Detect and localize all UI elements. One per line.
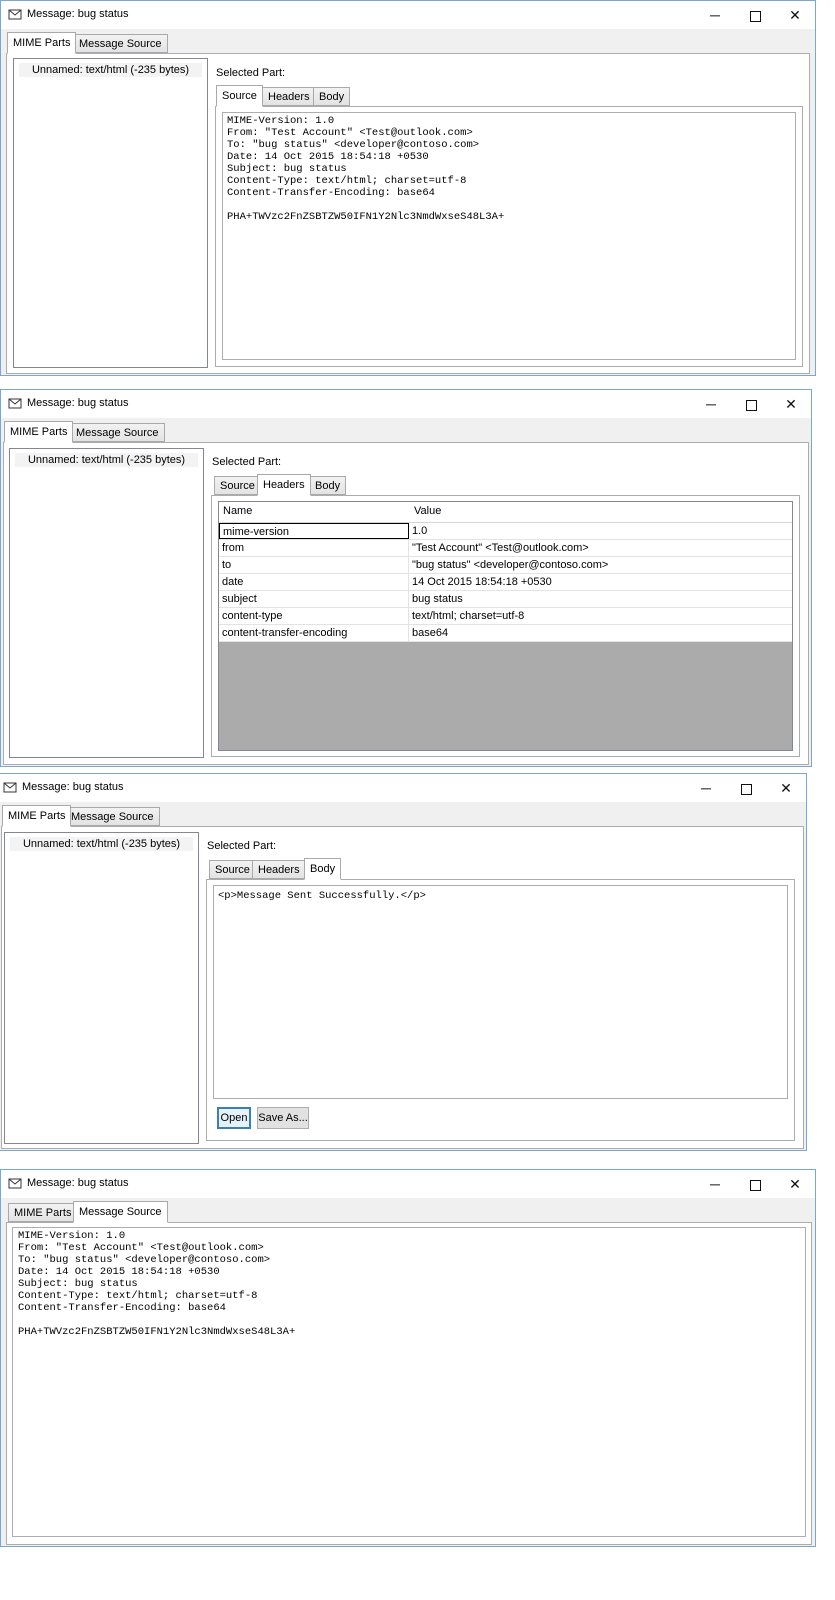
- tab-message-source[interactable]: Message Source: [65, 807, 160, 826]
- title-bar[interactable]: Message: bug status ─ ✕: [0, 774, 806, 802]
- selected-part-label: Selected Part:: [207, 840, 277, 852]
- window-client: MIME Parts Message Source Unnamed: text/…: [1, 29, 815, 375]
- tab-mime-parts[interactable]: MIME Parts: [8, 1203, 78, 1222]
- maximize-button[interactable]: [735, 1, 775, 29]
- tab-source[interactable]: Source: [209, 860, 256, 879]
- tab-body[interactable]: Body: [309, 476, 347, 495]
- table-row[interactable]: mime-version 1.0: [219, 523, 792, 540]
- parts-list[interactable]: Unnamed: text/html (-235 bytes): [13, 58, 208, 368]
- table-row[interactable]: date 14 Oct 2015 18:54:18 +0530: [219, 574, 792, 591]
- close-button[interactable]: ✕: [771, 390, 811, 418]
- selected-part-label: Selected Part:: [212, 456, 282, 468]
- part-headers-panel: Name Value mime-version 1.0 from "Test A…: [211, 495, 800, 757]
- table-row[interactable]: to "bug status" <developer@contoso.com>: [219, 557, 792, 574]
- tab-headers[interactable]: Headers: [252, 860, 306, 879]
- maximize-icon: [749, 1179, 761, 1191]
- source-textbox[interactable]: MIME-Version: 1.0 From: "Test Account" <…: [222, 112, 796, 360]
- cell-name[interactable]: from: [219, 540, 409, 556]
- cell-name[interactable]: content-type: [219, 608, 409, 624]
- close-button[interactable]: ✕: [775, 1170, 815, 1198]
- list-item[interactable]: Unnamed: text/html (-235 bytes): [19, 63, 202, 77]
- mime-parts-panel: Unnamed: text/html (-235 bytes) Selected…: [1, 826, 804, 1149]
- message-window-headers: Message: bug status ─ ✕ MIME Parts Messa…: [0, 389, 812, 767]
- window-client: MIME Parts Message Source Unnamed: text/…: [1, 418, 811, 766]
- cell-name[interactable]: content-transfer-encoding: [219, 625, 409, 641]
- table-row[interactable]: from "Test Account" <Test@outlook.com>: [219, 540, 792, 557]
- save-as-button[interactable]: Save As...: [257, 1107, 309, 1129]
- message-source-panel: MIME-Version: 1.0 From: "Test Account" <…: [6, 1222, 812, 1545]
- tab-message-source[interactable]: Message Source: [73, 34, 168, 53]
- part-source-panel: MIME-Version: 1.0 From: "Test Account" <…: [215, 106, 803, 367]
- tab-headers[interactable]: Headers: [257, 474, 311, 496]
- cell-name[interactable]: date: [219, 574, 409, 590]
- minimize-button[interactable]: ─: [695, 1, 735, 29]
- message-source-textbox[interactable]: MIME-Version: 1.0 From: "Test Account" <…: [12, 1227, 806, 1537]
- tab-mime-parts[interactable]: MIME Parts: [7, 32, 77, 54]
- tab-mime-parts[interactable]: MIME Parts: [2, 805, 72, 827]
- cell-name[interactable]: subject: [219, 591, 409, 607]
- window-title: Message: bug status: [27, 8, 129, 20]
- parts-list[interactable]: Unnamed: text/html (-235 bytes): [9, 448, 204, 758]
- mime-parts-panel: Unnamed: text/html (-235 bytes) Selected…: [6, 53, 810, 374]
- parts-list[interactable]: Unnamed: text/html (-235 bytes): [4, 832, 199, 1144]
- window-title: Message: bug status: [27, 397, 129, 409]
- list-item[interactable]: Unnamed: text/html (-235 bytes): [10, 837, 193, 851]
- table-row[interactable]: content-type text/html; charset=utf-8: [219, 608, 792, 625]
- cell-value[interactable]: base64: [412, 625, 448, 641]
- message-window-source: Message: bug status ─ ✕ MIME Parts Messa…: [0, 0, 816, 376]
- message-window-message-source: Message: bug status ─ ✕ MIME Parts Messa…: [0, 1169, 816, 1547]
- column-header-name[interactable]: Name: [223, 505, 252, 517]
- headers-grid[interactable]: Name Value mime-version 1.0 from "Test A…: [218, 501, 793, 751]
- cell-value[interactable]: bug status: [412, 591, 463, 607]
- tab-source[interactable]: Source: [214, 476, 261, 495]
- maximize-icon: [745, 399, 757, 411]
- maximize-button[interactable]: [731, 390, 771, 418]
- close-button[interactable]: ✕: [766, 774, 806, 802]
- tab-headers[interactable]: Headers: [262, 87, 316, 106]
- cell-name[interactable]: to: [219, 557, 409, 573]
- cell-value[interactable]: "bug status" <developer@contoso.com>: [412, 557, 608, 573]
- grid-header: Name Value: [219, 502, 792, 523]
- title-bar[interactable]: Message: bug status ─ ✕: [1, 1170, 815, 1198]
- body-textbox[interactable]: <p>Message Sent Successfully.</p>: [213, 885, 788, 1099]
- cell-value[interactable]: "Test Account" <Test@outlook.com>: [412, 540, 589, 556]
- open-button[interactable]: Open: [217, 1107, 251, 1129]
- title-bar[interactable]: Message: bug status ─ ✕: [1, 390, 811, 418]
- envelope-icon: [8, 1178, 22, 1189]
- maximize-icon: [749, 10, 761, 22]
- envelope-icon: [8, 9, 22, 20]
- close-button[interactable]: ✕: [775, 1, 815, 29]
- tab-body[interactable]: Body: [304, 858, 342, 880]
- window-client: MIME Parts Message Source MIME-Version: …: [1, 1198, 815, 1546]
- mime-parts-panel: Unnamed: text/html (-235 bytes) Selected…: [3, 442, 809, 765]
- minimize-button[interactable]: ─: [686, 774, 726, 802]
- tab-body[interactable]: Body: [313, 87, 351, 106]
- window-client: MIME Parts Message Source Unnamed: text/…: [0, 802, 806, 1150]
- part-body-panel: <p>Message Sent Successfully.</p> Open S…: [206, 879, 795, 1141]
- tab-message-source[interactable]: Message Source: [70, 423, 165, 442]
- message-window-body: Message: bug status ─ ✕ MIME Parts Messa…: [0, 773, 807, 1151]
- maximize-icon: [740, 783, 752, 795]
- list-item[interactable]: Unnamed: text/html (-235 bytes): [15, 453, 198, 467]
- table-row[interactable]: content-transfer-encoding base64: [219, 625, 792, 642]
- cell-value[interactable]: 14 Oct 2015 18:54:18 +0530: [412, 574, 552, 590]
- maximize-button[interactable]: [726, 774, 766, 802]
- column-header-value[interactable]: Value: [414, 505, 441, 517]
- window-title: Message: bug status: [27, 1177, 129, 1189]
- envelope-icon: [3, 782, 17, 793]
- minimize-button[interactable]: ─: [691, 390, 731, 418]
- window-title: Message: bug status: [22, 781, 124, 793]
- tab-mime-parts[interactable]: MIME Parts: [4, 421, 74, 443]
- maximize-button[interactable]: [735, 1170, 775, 1198]
- minimize-button[interactable]: ─: [695, 1170, 735, 1198]
- table-row[interactable]: subject bug status: [219, 591, 792, 608]
- cell-value[interactable]: text/html; charset=utf-8: [412, 608, 524, 624]
- envelope-icon: [8, 398, 22, 409]
- cell-name[interactable]: mime-version: [219, 523, 409, 539]
- tab-message-source[interactable]: Message Source: [73, 1201, 168, 1223]
- title-bar[interactable]: Message: bug status ─ ✕: [1, 1, 815, 29]
- tab-source[interactable]: Source: [216, 85, 263, 107]
- cell-value[interactable]: 1.0: [412, 523, 427, 539]
- selected-part-label: Selected Part:: [216, 67, 286, 79]
